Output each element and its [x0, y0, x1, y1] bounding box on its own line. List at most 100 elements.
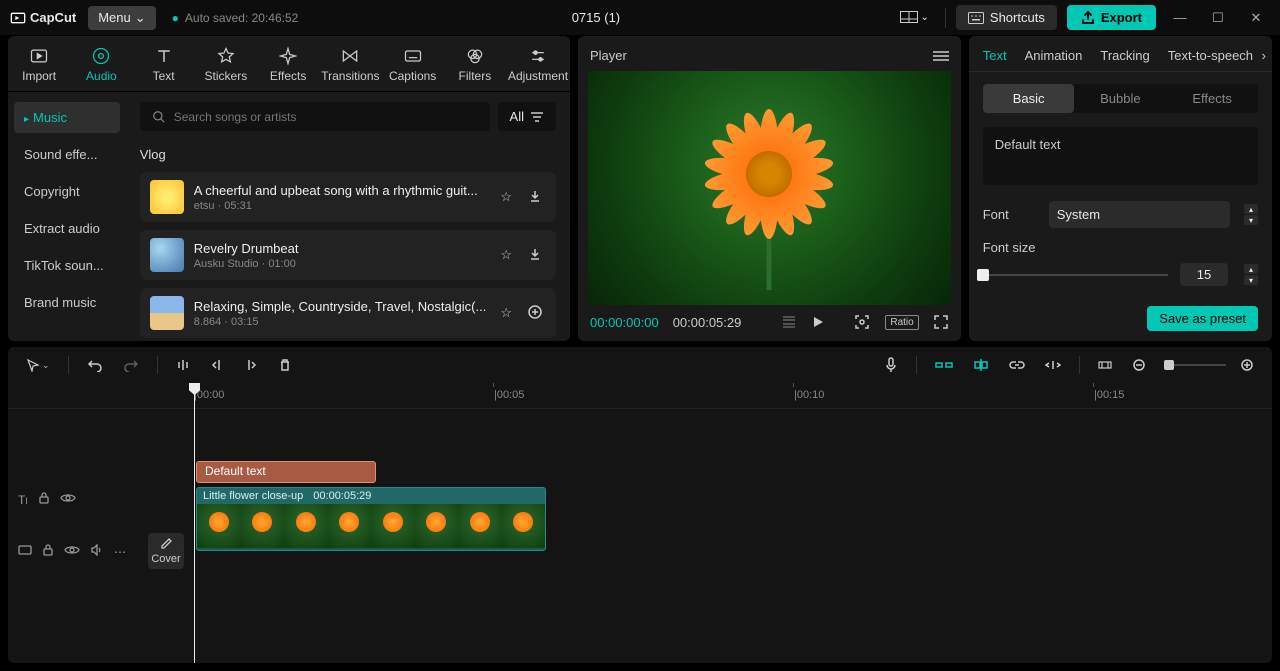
zoom-timeline-in[interactable]	[1092, 356, 1118, 374]
tab-stickers[interactable]: Stickers	[195, 42, 257, 91]
main-track-magnet[interactable]	[929, 355, 959, 375]
tab-captions[interactable]: Captions	[382, 42, 444, 91]
sidebar-item-copyright[interactable]: Copyright	[14, 176, 120, 207]
save-preset-button[interactable]: Save as preset	[1147, 306, 1258, 331]
play-button[interactable]	[811, 315, 825, 329]
ruler-mark: |00:10	[794, 389, 824, 401]
mic-button[interactable]	[878, 353, 904, 377]
download-icon	[528, 247, 542, 261]
tab-text[interactable]: Text	[133, 42, 195, 91]
select-tool[interactable]: ⌄	[20, 354, 56, 376]
app-name: CapCut	[30, 10, 76, 25]
add-button[interactable]	[524, 301, 546, 326]
tab-tts[interactable]: Text-to-speech	[1168, 48, 1253, 61]
zoom-out-button[interactable]	[1126, 354, 1152, 376]
cover-button[interactable]: Cover	[148, 533, 184, 569]
split-button[interactable]	[170, 354, 196, 376]
preview-axis[interactable]	[1039, 355, 1067, 375]
tab-tracking[interactable]: Tracking	[1100, 48, 1149, 61]
scan-button[interactable]	[853, 313, 871, 331]
play-icon	[811, 315, 825, 329]
timeline-tracks[interactable]: |00:00 |00:05 |00:10 |00:15 Default text…	[188, 383, 1272, 663]
tab-adjustment[interactable]: Adjustment	[506, 42, 570, 91]
mute-icon[interactable]	[90, 544, 104, 559]
close-button[interactable]: ✕	[1242, 10, 1270, 26]
trim-right-icon	[244, 358, 258, 372]
menu-button[interactable]: Menu ⌄	[88, 6, 155, 30]
text-clip[interactable]: Default text	[196, 461, 376, 483]
zoom-slider[interactable]	[1166, 364, 1226, 366]
font-size-label: Font size	[983, 240, 1036, 255]
layout-button[interactable]: ⌄	[894, 7, 935, 29]
export-button[interactable]: Export	[1067, 5, 1156, 30]
download-button[interactable]	[524, 185, 546, 210]
search-input[interactable]	[174, 110, 478, 124]
favorite-button[interactable]: ☆	[496, 243, 516, 268]
font-size-slider[interactable]	[983, 274, 1168, 276]
visibility-icon[interactable]	[64, 544, 80, 559]
delete-left-button[interactable]	[204, 354, 230, 376]
size-step-up[interactable]: ▴	[1244, 264, 1258, 274]
ratio-button[interactable]: Ratio	[885, 315, 918, 330]
minimize-button[interactable]: —	[1166, 10, 1194, 25]
slider-thumb[interactable]	[977, 269, 989, 281]
player-menu-button[interactable]	[933, 50, 949, 62]
delete-right-button[interactable]	[238, 354, 264, 376]
sidebar-item-tiktok-sounds[interactable]: TikTok soun...	[14, 250, 120, 281]
font-step-up[interactable]: ▴	[1244, 204, 1258, 214]
tab-import[interactable]: Import	[8, 42, 70, 91]
ratio-label: Ratio	[885, 315, 918, 330]
sidebar-item-brand-music[interactable]: Brand music	[14, 287, 120, 318]
tab-transitions[interactable]: Transitions	[319, 42, 381, 91]
tab-audio[interactable]: Audio	[70, 42, 132, 91]
lock-icon[interactable]	[42, 543, 54, 560]
font-select[interactable]: System	[1049, 201, 1230, 228]
font-size-value[interactable]: 15	[1180, 263, 1228, 286]
player-video[interactable]	[588, 71, 951, 305]
timeline-ruler[interactable]: |00:00 |00:05 |00:10 |00:15	[188, 383, 1272, 409]
visibility-icon[interactable]	[60, 492, 76, 507]
undo-icon	[87, 358, 103, 372]
zoom-thumb[interactable]	[1164, 360, 1174, 370]
track-item[interactable]: Revelry Drumbeat Ausku Studio · 01:00 ☆	[140, 230, 556, 280]
redo-button[interactable]	[117, 354, 145, 376]
sidebar-item-music[interactable]: Music	[14, 102, 120, 133]
sidebar-item-sound-effects[interactable]: Sound effe...	[14, 139, 120, 170]
compare-button[interactable]	[781, 315, 797, 329]
track-item[interactable]: Relaxing, Simple, Countryside, Travel, N…	[140, 288, 556, 338]
text-content-input[interactable]: Default text	[983, 127, 1258, 185]
shortcuts-button[interactable]: Shortcuts	[956, 5, 1057, 30]
filter-all-button[interactable]: All	[498, 102, 556, 131]
more-icon[interactable]: ⋯	[114, 545, 126, 559]
maximize-button[interactable]: ☐	[1204, 10, 1232, 26]
subtab-effects[interactable]: Effects	[1166, 84, 1258, 113]
fullscreen-button[interactable]	[933, 314, 949, 330]
tabs-scroll-right[interactable]: ›	[1262, 48, 1266, 63]
tab-effects[interactable]: Effects	[257, 42, 319, 91]
size-stepper: ▴ ▾	[1244, 264, 1258, 285]
tab-audio-label: Audio	[86, 69, 117, 83]
auto-snap[interactable]	[967, 354, 995, 376]
delete-button[interactable]	[272, 354, 298, 376]
favorite-button[interactable]: ☆	[496, 301, 516, 326]
download-button[interactable]	[524, 243, 546, 268]
track-item[interactable]: A cheerful and upbeat song with a rhythm…	[140, 172, 556, 222]
font-step-down[interactable]: ▾	[1244, 215, 1258, 225]
text-icon	[154, 46, 174, 66]
edit-icon	[159, 537, 173, 551]
lock-icon[interactable]	[38, 491, 50, 508]
size-step-down[interactable]: ▾	[1244, 275, 1258, 285]
tab-animation[interactable]: Animation	[1025, 48, 1083, 61]
tab-text-inspector[interactable]: Text	[983, 48, 1007, 61]
linkage-button[interactable]	[1003, 356, 1031, 374]
tab-filters[interactable]: Filters	[444, 42, 506, 91]
subtab-bubble[interactable]: Bubble	[1074, 84, 1166, 113]
search-box[interactable]	[140, 102, 490, 131]
favorite-button[interactable]: ☆	[496, 185, 516, 210]
playhead[interactable]	[194, 383, 195, 663]
video-clip[interactable]: Little flower close-up 00:00:05:29	[196, 487, 546, 551]
undo-button[interactable]	[81, 354, 109, 376]
subtab-basic[interactable]: Basic	[983, 84, 1075, 113]
zoom-in-button[interactable]	[1234, 354, 1260, 376]
sidebar-item-extract-audio[interactable]: Extract audio	[14, 213, 120, 244]
